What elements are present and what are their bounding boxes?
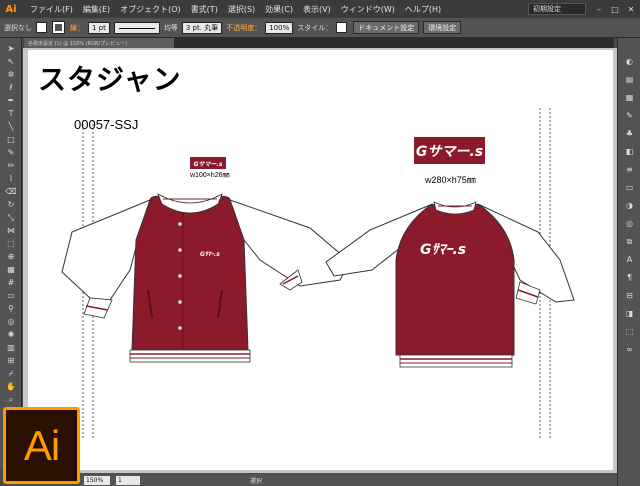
front-waistband [129,349,251,363]
front-chest-logo: Gｻﾏｰ.s [200,251,220,258]
logo-big: Gサマー.s [414,137,485,164]
front-jacket: Gｻﾏｰ.s [61,193,351,363]
snap-button [178,326,182,330]
status-mode[interactable]: 選択 [250,476,262,485]
product-code: 00057-SSJ [74,117,139,132]
logo-big-size: w280×h75㎜ [425,175,476,185]
zoom-field[interactable]: 150% [84,475,110,485]
illustrator-window: Ai ファイル(F) 編集(E) オブジェクト(O) 書式(T) 選択(S) 効… [0,0,640,486]
status-bar: 150% 1 選択 [80,474,617,486]
logo-small: Gサマー.s [190,157,226,169]
snap-button [178,300,182,304]
snap-button [178,274,182,278]
back-waistband [399,354,513,368]
snap-button [178,222,182,226]
logo-small-size: w100×h26㎜ [190,172,230,179]
artwork-title: スタジャン [38,63,182,96]
illustrator-logo: Ai [3,407,80,484]
back-jacket: Gｻﾏｰ.s [325,201,575,368]
artboard-number-field[interactable]: 1 [116,475,140,485]
front-body [131,195,249,351]
back-logo: Gｻﾏｰ.s [420,242,466,258]
snap-button [178,248,182,252]
back-body [395,203,515,356]
